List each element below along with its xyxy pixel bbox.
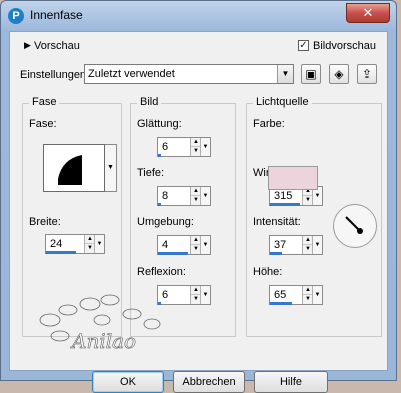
window-title: Innenfase [30,8,83,22]
glaettung-value: 6 [162,141,169,153]
fase-label: Fase: [29,118,57,130]
winkel-angle-dial[interactable] [333,204,377,248]
close-icon: ✕ [362,5,374,20]
tiefe-value: 8 [162,190,169,202]
intensitaet-value: 37 [274,239,287,251]
cube-icon: ◈ [334,67,344,81]
glaettung-spinner[interactable]: 6 ▲ ▼ ▼ [157,137,211,157]
fase-shape-icon [58,155,82,185]
dialog-window: P Innenfase ✕ ▶ Vorschau ✓ Bildvorschau … [0,0,397,393]
glaettung-slider-bar[interactable] [158,154,161,157]
farbe-color-swatch[interactable] [268,166,318,190]
hoehe-slider-bar[interactable] [270,302,292,305]
hoehe-label: Höhe: [253,266,283,278]
tiefe-menu-arrow[interactable]: ▼ [200,187,210,205]
winkel-slider-bar[interactable] [270,203,300,206]
winkel-value: 315 [274,190,293,202]
glaettung-label: Glättung: [137,118,182,130]
breite-label: Breite: [29,216,61,228]
fase-shape-preview[interactable] [43,144,105,192]
breite-spinner[interactable]: 24 ▲ ▼ ▼ [45,234,105,254]
hoehe-value: 65 [274,289,287,301]
preset-value: Zuletzt verwendet [88,68,175,80]
fase-group-title: Fase [29,96,60,108]
reflexion-menu-arrow[interactable]: ▼ [200,286,210,304]
preset-dropdown[interactable]: Zuletzt verwendet ▼ [84,64,294,84]
tiefe-spinner[interactable]: 8 ▲ ▼ ▼ [157,186,211,206]
hoehe-menu-arrow[interactable]: ▼ [312,286,322,304]
umgebung-slider-bar[interactable] [158,252,188,255]
export-icon: ⇪ [361,67,373,81]
tiefe-slider-bar[interactable] [158,203,161,206]
lichtquelle-group-title: Lichtquelle [253,96,312,108]
app-icon: P [8,8,24,24]
cancel-button[interactable]: Abbrechen [173,371,245,393]
tiefe-label: Tiefe: [137,167,165,179]
angle-pointer-icon [345,216,363,234]
intensitaet-label: Intensität: [253,216,301,228]
save-preset-button[interactable]: ▣ [301,64,321,84]
export-preset-button[interactable]: ⇪ [357,64,377,84]
watermark-logo: Anilao [39,294,161,353]
preview-toggle[interactable]: Vorschau [34,40,80,52]
intensitaet-menu-arrow[interactable]: ▼ [312,236,322,254]
title-bar[interactable]: P Innenfase ✕ [1,1,396,33]
reflexion-label: Reflexion: [137,266,186,278]
bildvorschau-label[interactable]: Bildvorschau [313,40,376,52]
dialog-client-area: ▶ Vorschau ✓ Bildvorschau Einstellungen … [9,31,388,393]
chevron-down-icon[interactable]: ▼ [277,65,293,83]
farbe-label: Farbe: [253,118,285,130]
svg-text:Anilao: Anilao [70,329,136,353]
bild-group-title: Bild [137,96,162,108]
breite-slider-bar[interactable] [46,251,76,254]
breite-value: 24 [50,238,63,250]
ok-button[interactable]: OK [92,371,164,393]
hoehe-spinner[interactable]: 65 ▲ ▼ ▼ [269,285,323,305]
einstellungen-label: Einstellungen [20,69,87,81]
expand-triangle-icon[interactable]: ▶ [24,40,31,51]
umgebung-spinner[interactable]: 4 ▲ ▼ ▼ [157,235,211,255]
bildvorschau-checkbox[interactable]: ✓ [298,40,309,51]
intensitaet-spinner[interactable]: 37 ▲ ▼ ▼ [269,235,323,255]
help-button[interactable]: Hilfe [254,371,328,393]
fase-dropdown-arrow[interactable]: ▼ [105,144,117,192]
breite-menu-arrow[interactable]: ▼ [94,235,104,253]
intensitaet-slider-bar[interactable] [270,252,282,255]
save-icon: ▣ [305,67,317,81]
reset-preset-button[interactable]: ◈ [329,64,349,84]
umgebung-label: Umgebung: [137,216,194,228]
glaettung-menu-arrow[interactable]: ▼ [200,138,210,156]
close-button[interactable]: ✕ [346,3,390,23]
umgebung-value: 4 [162,239,169,251]
umgebung-menu-arrow[interactable]: ▼ [200,236,210,254]
